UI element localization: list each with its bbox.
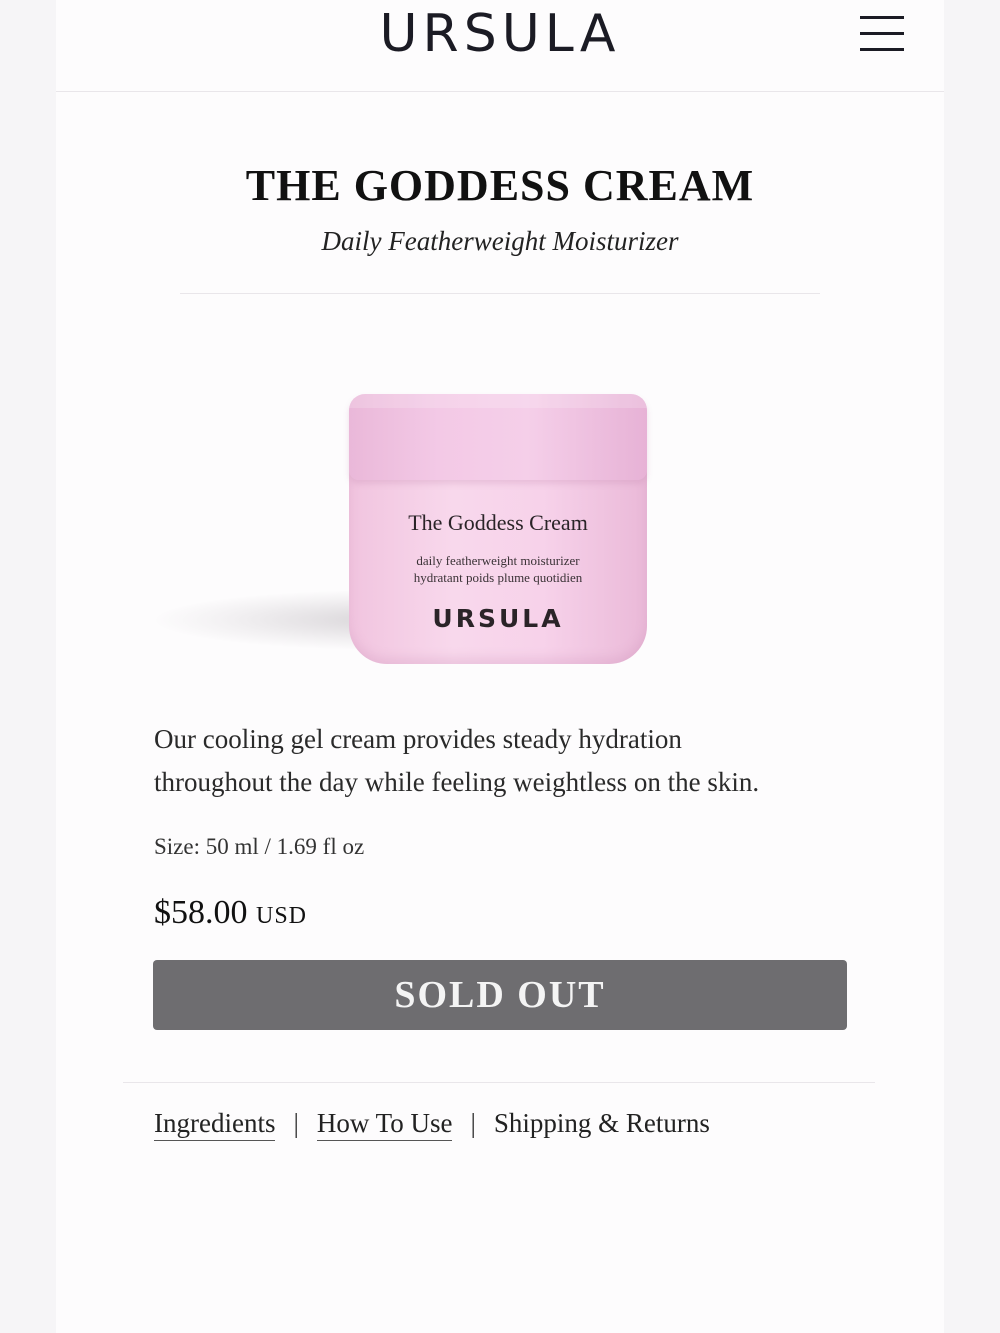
hamburger-menu-icon[interactable] — [858, 14, 906, 54]
jar-label-line-en: daily featherweight moisturizer — [416, 553, 580, 568]
product-size: Size: 50 ml / 1.69 fl oz — [154, 834, 365, 859]
jar-label-line-fr: hydratant poids plume quotidien — [413, 570, 583, 585]
price-currency: USD — [256, 903, 308, 929]
header-divider — [56, 91, 944, 92]
title-divider — [180, 293, 820, 294]
tabs-divider — [123, 1082, 875, 1083]
product-subtitle: Daily Featherweight Moisturizer — [321, 226, 679, 256]
product-image: The Goddess Cream daily featherweight mo… — [56, 300, 944, 700]
tab-how-to-use[interactable]: How To Use — [316, 1108, 453, 1141]
price-amount: $58.00 — [154, 894, 248, 931]
sold-out-button[interactable]: SOLD OUT — [153, 960, 847, 1030]
tab-separator: | — [470, 1108, 476, 1138]
jar-lid — [349, 394, 647, 480]
tab-separator: | — [293, 1108, 299, 1138]
tab-ingredients[interactable]: Ingredients — [154, 1108, 276, 1141]
product-price: $58.00 USD — [154, 894, 307, 932]
site-header: URSULA — [0, 0, 1000, 92]
tab-shipping-returns[interactable]: Shipping & Returns — [494, 1108, 710, 1140]
jar-label-description: daily featherweight moisturizer hydratan… — [349, 552, 647, 586]
product-description: Our cooling gel cream provides steady hy… — [154, 718, 854, 804]
description-line: Our cooling gel cream provides steady hy… — [154, 724, 682, 754]
jar-label-name: The Goddess Cream — [408, 510, 588, 535]
description-line: throughout the day while feeling weightl… — [154, 767, 760, 797]
product-title: THE GODDESS CREAM — [245, 161, 755, 210]
brand-logo[interactable]: URSULA — [0, 4, 1000, 64]
jar-label-brand: URSULA — [432, 604, 564, 633]
product-info-tabs: Ingredients | How To Use | Shipping & Return… — [154, 1108, 710, 1148]
